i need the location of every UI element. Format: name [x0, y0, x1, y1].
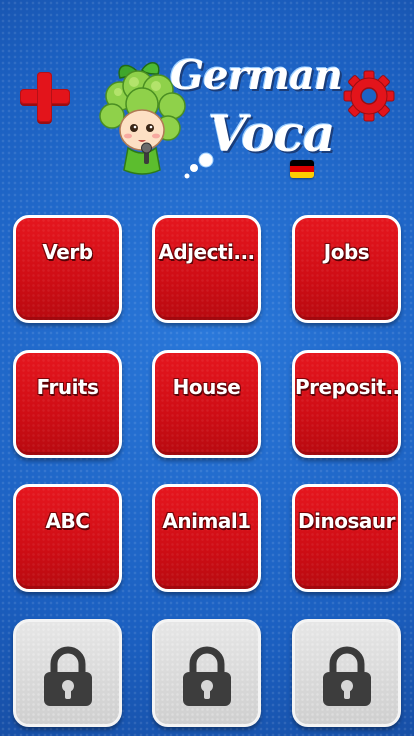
german-flag-icon	[290, 160, 314, 178]
logo-text-german: German	[170, 52, 343, 99]
settings-button[interactable]	[343, 70, 395, 122]
category-label: Adjecti...	[158, 240, 255, 264]
category-tile-jobs[interactable]: Jobs	[292, 215, 401, 323]
category-label: Jobs	[323, 240, 370, 264]
lock-icon	[43, 646, 92, 706]
category-label: Fruits	[36, 375, 99, 399]
locked-tile[interactable]	[152, 619, 261, 727]
category-tile-dinosaur[interactable]: Dinosaur	[292, 484, 401, 592]
category-label: ABC	[45, 509, 90, 533]
category-label: Animal1	[162, 509, 251, 533]
category-tile-preposition[interactable]: Preposit...	[292, 350, 401, 458]
category-tile-house[interactable]: House	[152, 350, 261, 458]
lock-icon	[182, 646, 231, 706]
locked-tile[interactable]	[13, 619, 122, 727]
category-tile-fruits[interactable]: Fruits	[13, 350, 122, 458]
category-tile-adjective[interactable]: Adjecti...	[152, 215, 261, 323]
category-label: Preposit...	[295, 375, 398, 399]
category-tile-abc[interactable]: ABC	[13, 484, 122, 592]
category-label: Dinosaur	[298, 509, 395, 533]
category-label: House	[172, 375, 241, 399]
bubbles-decoration	[182, 150, 218, 186]
category-label: Verb	[42, 240, 93, 264]
add-button[interactable]	[20, 72, 70, 122]
logo-text-voca: Voca	[208, 104, 335, 163]
flag-stripe-gold	[290, 172, 314, 178]
gear-icon	[343, 70, 395, 122]
plus-icon-bar-vertical	[37, 72, 52, 122]
category-tile-verb[interactable]: Verb	[13, 215, 122, 323]
category-tile-animal1[interactable]: Animal1	[152, 484, 261, 592]
lock-icon	[322, 646, 371, 706]
locked-tile[interactable]	[292, 619, 401, 727]
